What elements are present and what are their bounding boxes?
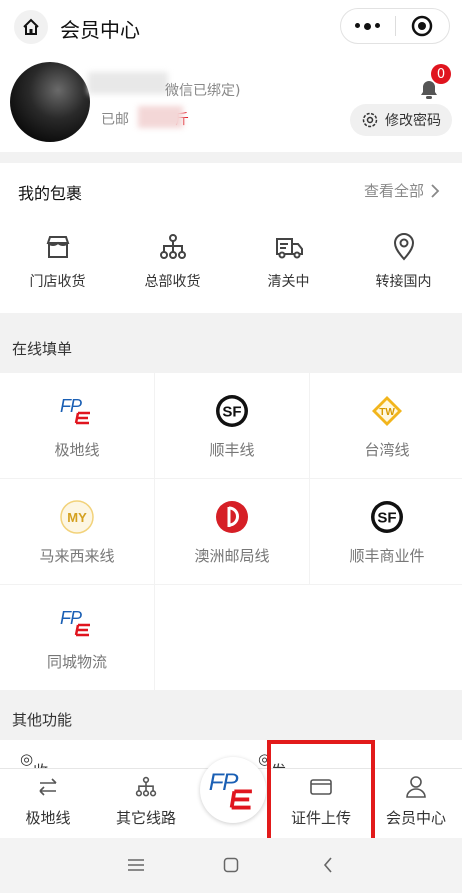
system-nav-bar — [0, 838, 462, 893]
form-item-taiwan[interactable]: TW 台湾线 — [310, 373, 462, 478]
top-bar: 会员中心 — [0, 0, 462, 52]
nav-label: 极地线 — [25, 809, 71, 827]
center-logo-button[interactable]: FP — [200, 757, 266, 823]
view-all-label: 查看全部 — [363, 182, 424, 200]
hierarchy-icon — [135, 776, 157, 797]
user-icon — [406, 776, 426, 798]
package-label: 转接国内 — [375, 274, 432, 290]
form-item-malaysia[interactable]: MY 马来西来线 — [0, 479, 154, 584]
more-dots-icon[interactable] — [341, 22, 395, 30]
sf-logo-icon: SF — [367, 497, 407, 537]
fpe-logo-icon: FP — [57, 603, 97, 643]
svg-text:TW: TW — [379, 407, 395, 418]
wechat-bind-status: 微信已绑定) — [165, 83, 241, 99]
fpe-logo-icon: FP — [209, 769, 252, 810]
package-transfer-domestic[interactable]: 转接国内 — [346, 233, 461, 291]
page-title: 会员中心 — [60, 18, 140, 42]
package-customs[interactable]: 清关中 — [231, 233, 346, 291]
svg-text:MY: MY — [67, 510, 87, 525]
section-title: 在线填单 — [12, 340, 73, 358]
home-button[interactable] — [14, 10, 48, 44]
nav-label: 会员中心 — [385, 809, 446, 827]
svg-text:SF: SF — [222, 404, 241, 421]
package-hq-receive[interactable]: 总部收货 — [115, 233, 230, 291]
store-icon — [46, 236, 69, 258]
my-packages-card: 我的包裹 查看全部 门店收货 总部收货 清关中 转接国内 — [0, 163, 462, 313]
package-label: 门店收货 — [29, 274, 86, 290]
change-password-label: 修改密码 — [385, 113, 441, 129]
location-pin-icon — [393, 233, 414, 261]
form-item-auspost[interactable]: 澳洲邮局线 — [155, 479, 309, 584]
package-label: 总部收货 — [144, 274, 201, 290]
package-store-receive[interactable]: 门店收货 — [0, 233, 115, 291]
gear-icon — [362, 112, 378, 128]
package-label: 清关中 — [267, 274, 310, 290]
view-all-link[interactable]: 查看全部 — [364, 180, 440, 201]
home-square-icon[interactable] — [223, 857, 239, 873]
back-icon[interactable] — [322, 857, 334, 873]
transfer-arrows-icon — [39, 778, 57, 796]
sf-logo-icon: SF — [212, 391, 252, 431]
consignee-item[interactable]: ◎ 收货人 — [20, 750, 48, 770]
form-item-label: 台湾线 — [364, 441, 410, 459]
form-item-label: 马来西来线 — [39, 547, 115, 565]
empty-cell — [155, 585, 462, 690]
nav-label: 其它线路 — [115, 809, 176, 827]
target-icon — [412, 15, 433, 37]
notification-badge: 0 — [431, 64, 451, 84]
close-target-button[interactable] — [396, 15, 450, 37]
menu-icon[interactable] — [127, 858, 145, 872]
form-item-label: 顺丰线 — [209, 441, 255, 459]
form-item-label: 澳洲邮局线 — [194, 547, 270, 565]
form-item-label: 顺丰商业件 — [349, 547, 425, 565]
nav-member-center[interactable]: 会员中心 — [370, 769, 462, 839]
mini-program-capsule — [340, 8, 450, 44]
profile-card: 微信已绑定) 已邮斤 0 修改密码 — [0, 52, 462, 152]
form-item-jidi[interactable]: FP 极地线 — [0, 373, 154, 478]
notification-button[interactable]: 0 — [416, 64, 451, 102]
nav-jidi[interactable]: 极地线 — [2, 769, 94, 839]
nav-other-routes[interactable]: 其它线路 — [100, 769, 192, 839]
chevron-right-icon — [431, 183, 440, 198]
form-item-label: 同城物流 — [46, 653, 107, 671]
form-item-label: 极地线 — [54, 441, 100, 459]
phone-blurred — [138, 106, 183, 128]
section-title: 我的包裹 — [18, 184, 83, 203]
avatar[interactable] — [10, 62, 90, 142]
fpe-logo-icon: FP — [57, 391, 97, 431]
home-icon — [23, 18, 39, 35]
svg-text:SF: SF — [377, 510, 396, 527]
auspost-logo-icon — [212, 497, 252, 537]
tw-logo-icon: TW — [367, 391, 407, 431]
hierarchy-icon — [159, 234, 186, 259]
change-password-button[interactable]: 修改密码 — [350, 104, 452, 136]
form-item-sf[interactable]: SF 顺丰线 — [155, 373, 309, 478]
form-item-sf-business[interactable]: SF 顺丰商业件 — [310, 479, 462, 584]
username-blurred — [88, 72, 168, 94]
form-item-local-logistics[interactable]: FP 同城物流 — [0, 585, 154, 690]
section-title: 其他功能 — [12, 711, 73, 729]
my-logo-icon: MY — [57, 497, 97, 537]
truck-icon — [275, 238, 303, 259]
highlight-box — [267, 740, 375, 844]
phone-prefix: 已邮 — [101, 112, 129, 128]
